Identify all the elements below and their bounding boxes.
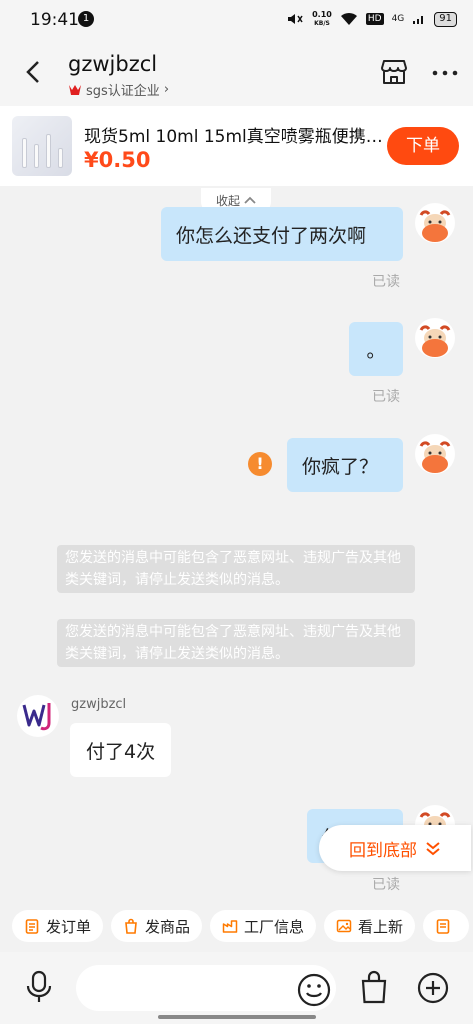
cow-avatar-icon (419, 441, 451, 473)
more-chip[interactable] (423, 910, 470, 942)
place-order-button[interactable]: 下单 (387, 127, 459, 165)
image-icon (336, 919, 352, 933)
read-receipt: 已读 (372, 877, 400, 893)
certification-link[interactable]: sgs认证企业 › (68, 80, 169, 99)
plus-icon[interactable] (417, 972, 449, 1004)
chip-label: 工厂信息 (244, 917, 305, 936)
home-indicator[interactable] (158, 1015, 316, 1019)
double-chevron-down-icon (426, 842, 440, 856)
shopping-bag-icon[interactable] (361, 970, 387, 1004)
store-icon[interactable] (378, 56, 410, 88)
cow-avatar-icon (419, 325, 451, 357)
product-card[interactable]: 现货5ml 10ml 15ml真空喷雾瓶便携分装瓶 ¥0.50 下单 (0, 106, 473, 186)
outgoing-message[interactable]: 你怎么还支付了两次啊 (161, 207, 403, 261)
factory-info-chip[interactable]: 工厂信息 (210, 910, 317, 942)
chevron-up-icon (244, 196, 256, 204)
warning-icon[interactable]: ! (248, 452, 272, 476)
status-time: 19:41 (30, 10, 79, 30)
chip-label: 看上新 (358, 917, 404, 936)
cow-avatar-icon (419, 210, 451, 242)
bag-icon (125, 918, 137, 934)
product-title[interactable]: 现货5ml 10ml 15ml真空喷雾瓶便携分装瓶 (84, 122, 384, 147)
mute-icon (288, 14, 303, 24)
incoming-message[interactable]: 付了4次 (70, 723, 172, 777)
more-options-icon[interactable] (432, 70, 458, 76)
doc-icon (436, 919, 450, 934)
signal-icon (413, 16, 424, 24)
wifi-icon (340, 12, 357, 25)
send-order-chip[interactable]: 发订单 (12, 910, 104, 942)
read-receipt: 已读 (372, 389, 400, 405)
sender-name: gzwjbzcl (71, 697, 127, 712)
back-to-bottom-label: 回到底部 (349, 840, 417, 861)
quick-actions-bar: 发订单 发商品 工厂信息 看上新 (0, 902, 473, 952)
chat-area[interactable]: 收起 你怎么还支付了两次啊 已读 。 已读 ! 你疯了？ 您发送的消息中可能包含… (0, 186, 473, 902)
signal-label: 4G (391, 14, 405, 24)
collapse-label: 收起 (215, 193, 240, 208)
cert-label: sgs认证企业 (86, 84, 160, 99)
back-to-bottom-button[interactable]: 回到底部 (319, 825, 471, 871)
chevron-right-icon: › (163, 82, 170, 97)
cert-badge-icon (69, 84, 81, 95)
input-bar (0, 952, 473, 1024)
chip-label: 发商品 (145, 917, 191, 936)
factory-icon (222, 920, 238, 933)
product-thumbnail[interactable] (12, 116, 72, 176)
order-icon (25, 919, 39, 934)
wj-logo-icon (22, 703, 51, 731)
my-avatar[interactable] (415, 203, 455, 243)
my-avatar[interactable] (415, 434, 455, 474)
emoji-icon[interactable] (297, 973, 331, 1007)
outgoing-message[interactable]: 。 (349, 322, 403, 376)
chat-header: gzwjbzcl sgs认证企业 › (0, 40, 473, 106)
send-product-chip[interactable]: 发商品 (111, 910, 203, 942)
notification-count-badge: 1 (78, 11, 94, 27)
battery-indicator: 91 (434, 11, 457, 27)
status-bar: 19:41 1 0.10 KB/S HD 4G 91 (0, 0, 473, 40)
chip-label: 发订单 (46, 917, 92, 936)
my-avatar[interactable] (415, 318, 455, 358)
hd-badge: HD (365, 13, 384, 25)
new-arrivals-chip[interactable]: 看上新 (324, 910, 416, 942)
back-arrow-icon[interactable] (18, 57, 48, 87)
system-warning-message: 您发送的消息中可能包含了恶意网址、违规广告及其他类关键词，请停止发送类似的消息。 (57, 619, 415, 667)
microphone-icon[interactable] (24, 970, 54, 1004)
product-price: ¥0.50 (84, 148, 151, 172)
system-warning-message: 您发送的消息中可能包含了恶意网址、违规广告及其他类关键词，请停止发送类似的消息。 (57, 545, 415, 593)
outgoing-message[interactable]: 你疯了？ (287, 438, 403, 492)
status-icons: 0.10 KB/S HD 4G 91 (286, 10, 457, 28)
network-speed: 0.10 KB/S (312, 10, 332, 27)
shop-name[interactable]: gzwjbzcl (68, 52, 157, 76)
read-receipt: 已读 (372, 274, 400, 290)
seller-avatar[interactable] (17, 695, 59, 737)
